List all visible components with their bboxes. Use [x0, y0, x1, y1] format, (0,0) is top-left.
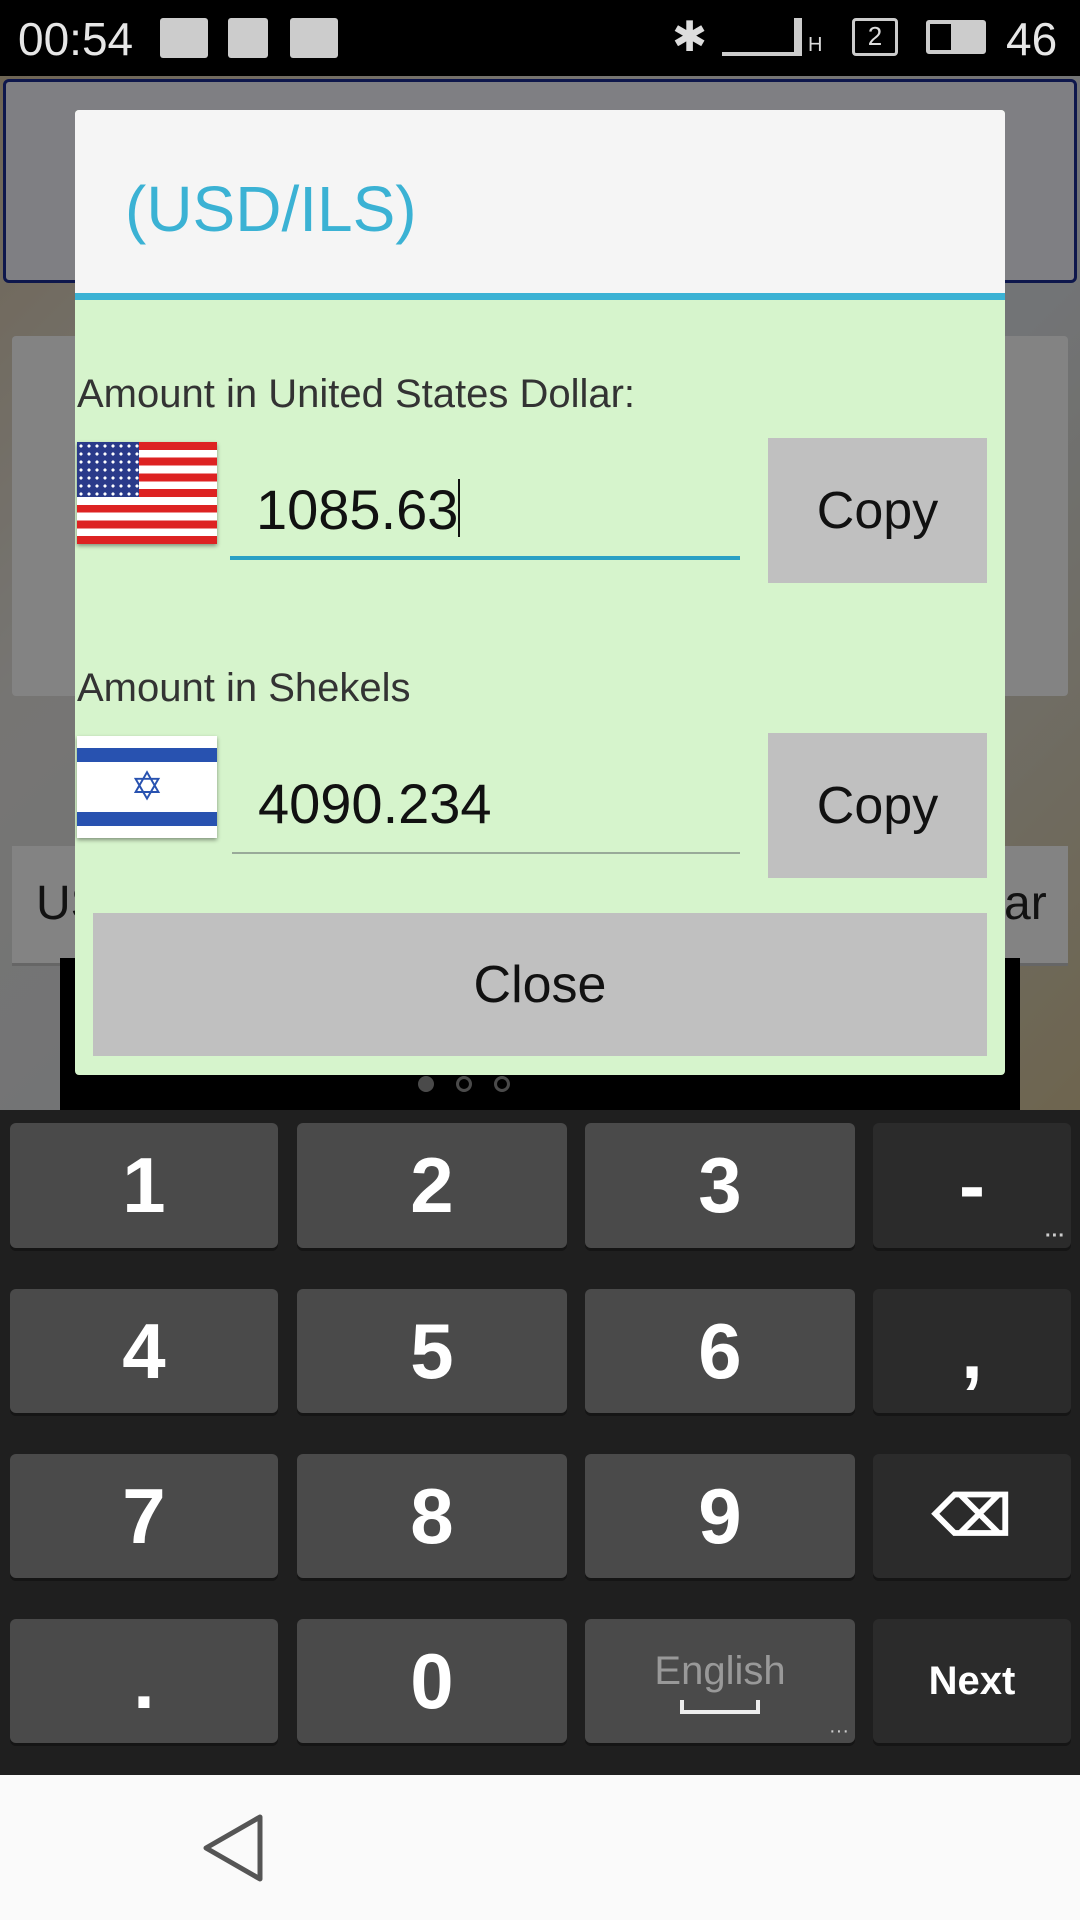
battery-icon: [926, 20, 986, 54]
ils-amount-input[interactable]: 4090.234: [232, 764, 740, 854]
back-icon[interactable]: [200, 1813, 266, 1883]
usd-label: Amount in United States Dollar:: [77, 372, 636, 416]
key-1[interactable]: 1: [10, 1123, 278, 1248]
network-type: H: [808, 34, 823, 56]
key-6[interactable]: 6: [585, 1289, 855, 1413]
clock: 00:54: [18, 13, 134, 65]
space-key[interactable]: English ···: [585, 1619, 855, 1743]
language-label: English: [654, 1648, 786, 1693]
usd-amount-value: 1085.63: [256, 478, 459, 541]
converter-dialog: (USD/ILS) Amount in United States Dollar…: [75, 110, 1005, 1075]
bluetooth-icon: ✱: [672, 13, 708, 60]
dialog-title: (USD/ILS): [125, 173, 417, 245]
image-icon: [160, 18, 208, 58]
signal-icon: [722, 18, 802, 56]
status-bar: 00:54 ✱ H 2 46: [0, 0, 1080, 76]
key-3[interactable]: 3: [585, 1123, 855, 1248]
us-flag-icon: [77, 442, 217, 544]
key-7[interactable]: 7: [10, 1454, 278, 1578]
text-cursor: [458, 479, 461, 537]
key-period[interactable]: .: [10, 1619, 278, 1743]
backspace-icon[interactable]: ⌫: [873, 1454, 1071, 1578]
key-5[interactable]: 5: [297, 1289, 567, 1413]
navigation-bar: [0, 1775, 1080, 1920]
israel-flag-icon: ✡: [77, 736, 217, 838]
key-minus-label: -: [959, 1141, 985, 1229]
numeric-keyboard: 1 2 3 - ··· 4 5 6 , 7 8 9 ⌫ . 0 English ··…: [0, 1110, 1080, 1775]
dialog-header: (USD/ILS): [75, 110, 1005, 300]
ils-label: Amount in Shekels: [77, 666, 411, 710]
key-minus[interactable]: - ···: [873, 1123, 1071, 1248]
sim-2-icon: 2: [852, 18, 898, 56]
usd-amount-input[interactable]: 1085.63: [230, 470, 740, 560]
close-button[interactable]: Close: [93, 913, 987, 1056]
gmail-icon: [228, 18, 268, 58]
key-2[interactable]: 2: [297, 1123, 567, 1248]
copy-ils-button[interactable]: Copy: [768, 733, 987, 878]
battery-level: 46: [1006, 13, 1058, 65]
key-0[interactable]: 0: [297, 1619, 567, 1743]
key-comma[interactable]: ,: [873, 1289, 1071, 1413]
next-key[interactable]: Next: [873, 1619, 1071, 1743]
key-4[interactable]: 4: [10, 1289, 278, 1413]
space-bar-icon: [680, 1699, 760, 1714]
copy-usd-button[interactable]: Copy: [768, 438, 987, 583]
keyboard-icon: [290, 18, 338, 58]
key-9[interactable]: 9: [585, 1454, 855, 1578]
key-8[interactable]: 8: [297, 1454, 567, 1578]
